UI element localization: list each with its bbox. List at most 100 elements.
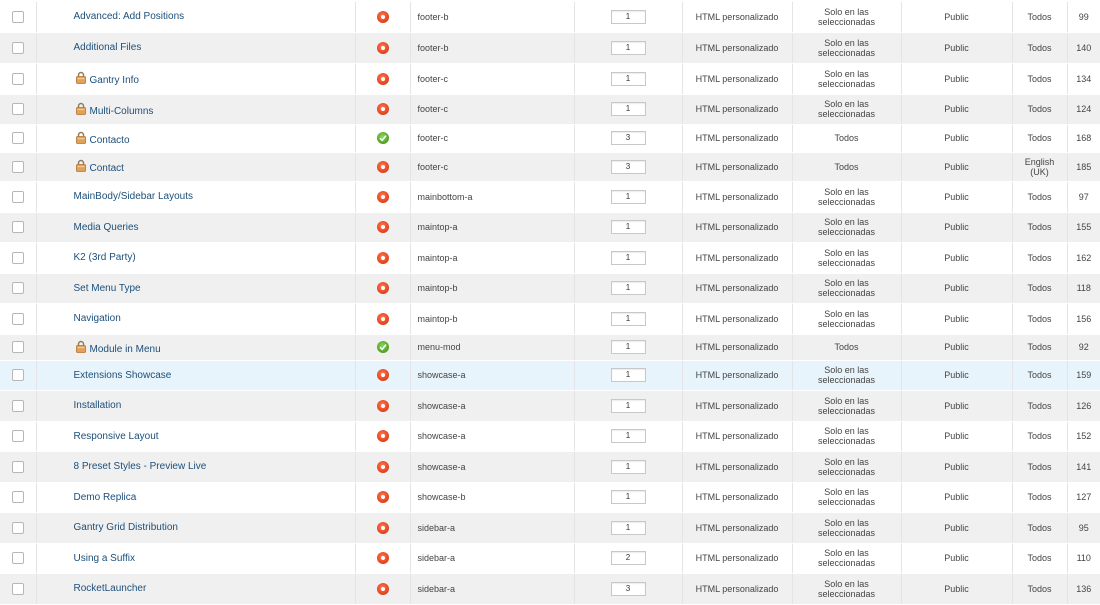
module-title-link[interactable]: 8 Preset Styles - Preview Live (74, 461, 207, 472)
row-checkbox[interactable] (11, 221, 24, 233)
id-cell: 110 (1067, 543, 1100, 574)
ordering-input[interactable]: 1 (610, 340, 646, 354)
module-title-link[interactable]: Extensions Showcase (74, 370, 172, 381)
module-title-link[interactable]: Using a Suffix (74, 553, 136, 564)
unpublished-icon[interactable] (376, 251, 389, 264)
row-checkbox[interactable] (11, 312, 24, 325)
ordering-input[interactable]: 3 (610, 131, 646, 145)
ordering-input[interactable]: 1 (610, 368, 646, 382)
unpublished-icon[interactable] (376, 160, 389, 173)
lock-icon[interactable] (75, 340, 86, 353)
lock-icon[interactable] (75, 102, 86, 115)
unpublished-icon[interactable] (376, 41, 389, 54)
ordering-input[interactable]: 1 (610, 490, 646, 504)
ordering-input[interactable]: 1 (610, 311, 646, 326)
unpublished-icon[interactable] (376, 552, 389, 564)
module-title-link[interactable]: RocketLauncher (74, 583, 147, 594)
row-checkbox[interactable] (11, 10, 24, 23)
lock-icon[interactable] (75, 131, 86, 144)
access-cell: Public (901, 512, 1013, 544)
ordering-input[interactable]: 3 (610, 581, 646, 596)
access-cell: Public (901, 303, 1013, 335)
ordering-input[interactable]: 1 (610, 189, 646, 204)
unpublished-icon[interactable] (376, 430, 389, 442)
ordering-input[interactable]: 1 (610, 71, 646, 86)
ordering-input[interactable]: 1 (610, 102, 646, 116)
ordering-cell: 1 (574, 334, 683, 361)
module-title-link[interactable]: Installation (74, 400, 122, 411)
module-title-link[interactable]: Gantry Info (90, 75, 139, 86)
module-title-link[interactable]: Navigation (74, 313, 121, 324)
unpublished-icon[interactable] (376, 369, 389, 381)
row-checkbox[interactable] (11, 582, 24, 595)
ordering-input[interactable]: 1 (610, 9, 646, 24)
row-checkbox[interactable] (11, 399, 24, 412)
module-title-link[interactable]: Set Menu Type (74, 283, 141, 294)
row-checkbox[interactable] (11, 160, 24, 173)
ordering-input[interactable]: 1 (610, 281, 646, 295)
row-select-cell (0, 2, 37, 33)
row-checkbox[interactable] (11, 430, 24, 442)
ordering-input[interactable]: 1 (610, 398, 646, 413)
ordering-input[interactable]: 1 (610, 459, 646, 474)
language-cell: Todos (1012, 573, 1068, 605)
ordering-input[interactable]: 1 (610, 429, 646, 443)
unpublished-icon[interactable] (376, 221, 389, 233)
row-checkbox[interactable] (11, 282, 24, 294)
module-title-link[interactable]: Responsive Layout (74, 431, 159, 442)
row-checkbox[interactable] (11, 132, 24, 144)
lock-icon[interactable] (75, 159, 86, 172)
published-icon[interactable] (376, 341, 389, 353)
ordering-input[interactable]: 3 (610, 159, 646, 174)
row-checkbox[interactable] (11, 552, 24, 564)
published-icon[interactable] (376, 132, 389, 144)
row-checkbox[interactable] (11, 190, 24, 203)
unpublished-icon[interactable] (376, 282, 389, 294)
unpublished-icon[interactable] (376, 72, 389, 85)
row-checkbox[interactable] (11, 369, 24, 381)
row-checkbox[interactable] (11, 521, 24, 534)
title-cell: Additional Files (36, 32, 356, 64)
table-row: Additional Files footer-b 1 HTML personaliz… (0, 32, 1100, 64)
row-checkbox[interactable] (11, 460, 24, 473)
module-title-link[interactable]: Gantry Grid Distribution (74, 522, 178, 533)
unpublished-icon[interactable] (376, 103, 389, 115)
ordering-input[interactable]: 1 (610, 520, 646, 535)
pages-cell: Solo en las seleccionadas (792, 181, 902, 213)
module-title-link[interactable]: Multi-Columns (90, 106, 154, 117)
unpublished-icon[interactable] (376, 312, 389, 325)
module-title-link[interactable]: MainBody/Sidebar Layouts (74, 191, 194, 202)
row-checkbox[interactable] (11, 251, 24, 264)
module-title-link[interactable]: K2 (3rd Party) (74, 252, 136, 263)
id-cell: 152 (1067, 421, 1100, 452)
module-title-link[interactable]: Advanced: Add Positions (74, 11, 185, 22)
module-title-link[interactable]: Module in Menu (90, 344, 161, 355)
row-select-cell (0, 242, 37, 274)
row-checkbox[interactable] (11, 103, 24, 115)
module-title-link[interactable]: Additional Files (74, 42, 142, 53)
pages-cell: Solo en las seleccionadas (792, 573, 902, 605)
row-checkbox[interactable] (11, 72, 24, 85)
unpublished-icon[interactable] (376, 399, 389, 412)
pages-cell: Solo en las seleccionadas (792, 242, 902, 274)
ordering-input[interactable]: 1 (610, 40, 646, 55)
module-title-link[interactable]: Demo Replica (74, 492, 137, 503)
unpublished-icon[interactable] (376, 582, 389, 595)
unpublished-icon[interactable] (376, 521, 389, 534)
row-checkbox[interactable] (11, 41, 24, 54)
unpublished-icon[interactable] (376, 460, 389, 473)
row-select-cell (0, 273, 37, 304)
module-title-link[interactable]: Contacto (90, 135, 130, 146)
type-cell: HTML personalizado (682, 421, 793, 452)
ordering-input[interactable]: 1 (610, 250, 646, 265)
unpublished-icon[interactable] (376, 10, 389, 23)
row-checkbox[interactable] (11, 491, 24, 503)
ordering-input[interactable]: 1 (610, 220, 646, 234)
row-checkbox[interactable] (11, 341, 24, 353)
module-title-link[interactable]: Media Queries (74, 222, 139, 233)
unpublished-icon[interactable] (376, 491, 389, 503)
module-title-link[interactable]: Contact (90, 163, 124, 174)
ordering-input[interactable]: 2 (610, 551, 646, 565)
unpublished-icon[interactable] (376, 190, 389, 203)
lock-icon[interactable] (75, 71, 86, 84)
